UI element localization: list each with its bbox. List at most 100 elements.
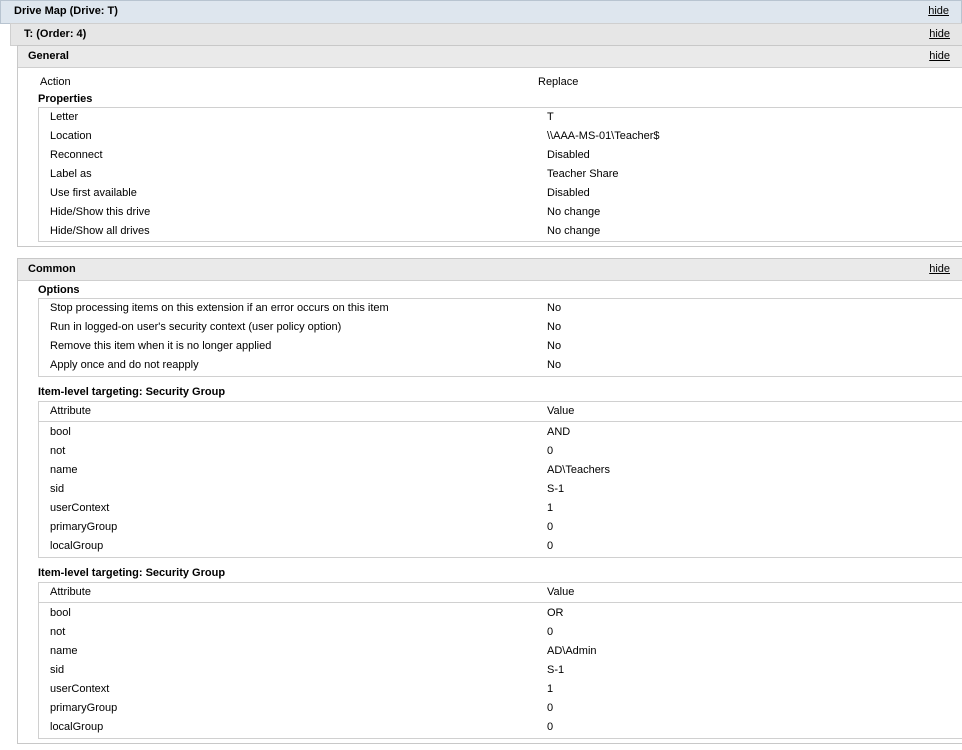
table-row: not 0 [39, 623, 962, 642]
order-hide-link[interactable]: hide [929, 28, 950, 40]
attribute-value: 0 [547, 721, 554, 733]
option-name: Run in logged-on user's security context… [50, 321, 342, 333]
attribute-name: bool [50, 426, 71, 438]
col-value: Value [547, 586, 575, 598]
property-value: Teacher Share [547, 168, 619, 180]
table-row: Use first available Disabled [39, 184, 962, 203]
table-row: localGroup 0 [39, 537, 962, 556]
table-row: name AD\Teachers [39, 461, 962, 480]
attribute-value: 0 [547, 521, 554, 533]
attribute-name: localGroup [50, 721, 104, 733]
attribute-name: userContext [50, 683, 110, 695]
table-row: Location \\AAA-MS-01\Teacher$ [39, 127, 962, 146]
table-row: Hide/Show this drive No change [39, 203, 962, 222]
property-value: Disabled [547, 187, 590, 199]
attribute-value: 0 [547, 626, 554, 638]
property-name: Use first available [50, 187, 137, 199]
attribute-value: 1 [547, 502, 554, 514]
property-value: No change [547, 225, 601, 237]
common-hide-link[interactable]: hide [929, 263, 950, 275]
table-row: Hide/Show all drives No change [39, 222, 962, 241]
attribute-name: primaryGroup [50, 702, 118, 714]
attribute-name: sid [50, 483, 65, 495]
drive-map-title: Drive Map (Drive: T) [14, 5, 118, 17]
table-row: localGroup 0 [39, 718, 962, 737]
property-name: Reconnect [50, 149, 103, 161]
action-label: Action [40, 76, 71, 88]
general-hide-link[interactable]: hide [929, 50, 950, 62]
property-name: Label as [50, 168, 92, 180]
attribute-value: S-1 [547, 483, 565, 495]
property-value: T [547, 111, 554, 123]
attribute-value: AD\Admin [547, 645, 597, 657]
attribute-value: AND [547, 426, 571, 438]
option-name: Remove this item when it is no longer ap… [50, 340, 272, 352]
general-title: General [28, 50, 69, 62]
table-header-row: Attribute Value [39, 402, 962, 422]
table-row: bool OR [39, 604, 962, 623]
table-row: Stop processing items on this extension … [39, 299, 962, 318]
table-header-row: Attribute Value [39, 583, 962, 603]
properties-heading: Properties [38, 93, 93, 105]
attribute-value: 0 [547, 702, 554, 714]
table-row: primaryGroup 0 [39, 518, 962, 537]
col-value: Value [547, 405, 575, 417]
table-row: name AD\Admin [39, 642, 962, 661]
table-row: Reconnect Disabled [39, 146, 962, 165]
table-row: userContext 1 [39, 680, 962, 699]
property-name: Hide/Show all drives [50, 225, 150, 237]
targeting-table-2: Attribute Value bool OR not 0 name AD\Admin … [38, 582, 962, 739]
common-title: Common [28, 263, 76, 275]
option-value: No [547, 359, 562, 371]
options-table: Stop processing items on this extension … [38, 298, 962, 377]
property-name: Hide/Show this drive [50, 206, 151, 218]
attribute-name: bool [50, 607, 71, 619]
attribute-name: primaryGroup [50, 521, 118, 533]
option-name: Apply once and do not reapply [50, 359, 199, 371]
table-row: bool AND [39, 423, 962, 442]
property-name: Location [50, 130, 92, 142]
order-title: T: (Order: 4) [24, 28, 87, 40]
drive-map-hide-link[interactable]: hide [928, 5, 949, 17]
attribute-value: AD\Teachers [547, 464, 610, 476]
drive-map-header: Drive Map (Drive: T) hide [0, 0, 962, 24]
property-value: \\AAA-MS-01\Teacher$ [547, 130, 660, 142]
col-attribute: Attribute [50, 586, 91, 598]
option-value: No [547, 321, 562, 333]
attribute-name: not [50, 445, 66, 457]
table-row: userContext 1 [39, 499, 962, 518]
table-row: Label as Teacher Share [39, 165, 962, 184]
attribute-value: 0 [547, 540, 554, 552]
attribute-name: localGroup [50, 540, 104, 552]
targeting-heading-2: Item-level targeting: Security Group [38, 567, 226, 579]
properties-table: Letter T Location \\AAA-MS-01\Teacher$ Rec… [38, 107, 962, 242]
property-value: Disabled [547, 149, 590, 161]
attribute-value: S-1 [547, 664, 565, 676]
property-name: Letter [50, 111, 79, 123]
attribute-value: 0 [547, 445, 554, 457]
table-row: primaryGroup 0 [39, 699, 962, 718]
order-header: T: (Order: 4) hide [10, 23, 962, 46]
targeting-heading-1: Item-level targeting: Security Group [38, 386, 226, 398]
option-value: No [547, 302, 562, 314]
property-value: No change [547, 206, 601, 218]
common-header: Common hide [17, 258, 962, 281]
attribute-value: OR [547, 607, 564, 619]
table-row: not 0 [39, 442, 962, 461]
attribute-name: not [50, 626, 66, 638]
attribute-value: 1 [547, 683, 554, 695]
table-row: sid S-1 [39, 661, 962, 680]
attribute-name: name [50, 645, 78, 657]
table-row: Letter T [39, 108, 962, 127]
attribute-name: sid [50, 664, 65, 676]
attribute-name: userContext [50, 502, 110, 514]
general-header: General hide [17, 45, 962, 68]
action-value: Replace [538, 76, 579, 88]
option-name: Stop processing items on this extension … [50, 302, 389, 314]
table-row: sid S-1 [39, 480, 962, 499]
attribute-name: name [50, 464, 78, 476]
targeting-table-1: Attribute Value bool AND not 0 name AD\Teach… [38, 401, 962, 558]
col-attribute: Attribute [50, 405, 91, 417]
table-row: Remove this item when it is no longer ap… [39, 337, 962, 356]
table-row: Apply once and do not reapply No [39, 356, 962, 375]
